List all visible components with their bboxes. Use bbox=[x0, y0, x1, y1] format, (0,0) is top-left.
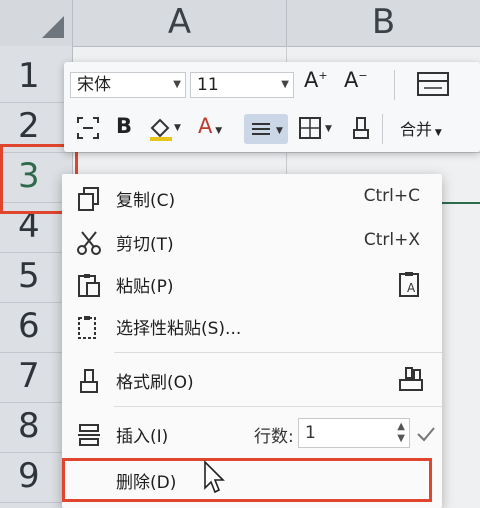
wrap-text-icon[interactable] bbox=[416, 70, 450, 98]
menu-item-format-painter[interactable]: 格式刷(O) bbox=[62, 360, 442, 400]
column-header-b[interactable]: B bbox=[287, 0, 480, 47]
svg-text:A: A bbox=[407, 281, 416, 295]
font-color-button[interactable]: A ▼ bbox=[198, 114, 222, 138]
mouse-cursor-icon bbox=[204, 460, 225, 494]
menu-item-insert[interactable]: 插入(I) 行数: 1 ▲ ▼ bbox=[62, 414, 442, 454]
mini-toolbar: 宋体 ▼ 11 ▼ A+ A− B ▼ A ▼ ▼ ▼ 合并 ▼ bbox=[64, 62, 480, 152]
select-all-corner[interactable] bbox=[0, 0, 73, 47]
font-name-select[interactable]: 宋体 ▼ bbox=[70, 72, 186, 98]
font-size-select[interactable]: 11 ▼ bbox=[190, 72, 294, 98]
fit-icon[interactable] bbox=[76, 116, 100, 140]
bold-button[interactable]: B bbox=[116, 114, 132, 138]
insert-row-icon bbox=[78, 424, 100, 446]
paste-icon bbox=[78, 274, 100, 297]
row-header-1[interactable]: 1 bbox=[0, 52, 72, 103]
merge-button[interactable]: 合并 ▼ bbox=[400, 116, 442, 140]
borders-icon[interactable]: ▼ bbox=[298, 116, 336, 140]
menu-item-copy[interactable]: 复制(C) Ctrl+C bbox=[62, 178, 442, 218]
rows-stepper[interactable]: ▲ ▼ bbox=[397, 421, 405, 445]
grow-font-button[interactable]: A+ bbox=[304, 68, 328, 92]
rows-count-input[interactable]: 1 ▲ ▼ bbox=[298, 418, 410, 448]
format-painter-icon[interactable] bbox=[350, 116, 374, 140]
chevron-down-icon: ▼ bbox=[281, 79, 289, 90]
paste-special-icon bbox=[78, 316, 96, 339]
shrink-font-button[interactable]: A− bbox=[344, 68, 368, 92]
menu-item-paste-special[interactable]: 选择性粘贴(S)... bbox=[62, 306, 442, 346]
menu-item-cut[interactable]: 剪切(T) Ctrl+X bbox=[62, 222, 442, 262]
paste-text-icon: A bbox=[399, 272, 419, 297]
svg-text:▼: ▼ bbox=[276, 126, 283, 136]
format-painter-multi-icon bbox=[399, 367, 423, 391]
confirm-check-icon[interactable] bbox=[412, 420, 440, 448]
svg-text:▼: ▼ bbox=[325, 124, 332, 134]
chevron-down-icon: ▼ bbox=[173, 79, 181, 90]
fill-color-icon[interactable]: ▼ bbox=[148, 116, 182, 142]
column-header-a[interactable]: A bbox=[73, 0, 287, 47]
copy-icon bbox=[78, 187, 99, 211]
rows-count-label: 行数: bbox=[254, 427, 294, 447]
delete-highlight bbox=[62, 458, 432, 502]
svg-text:▼: ▼ bbox=[174, 123, 181, 133]
menu-item-paste[interactable]: 粘贴(P) A bbox=[62, 264, 442, 304]
align-button[interactable]: ▼ bbox=[244, 114, 288, 144]
scissors-icon bbox=[77, 231, 101, 255]
brush-icon bbox=[80, 369, 98, 393]
